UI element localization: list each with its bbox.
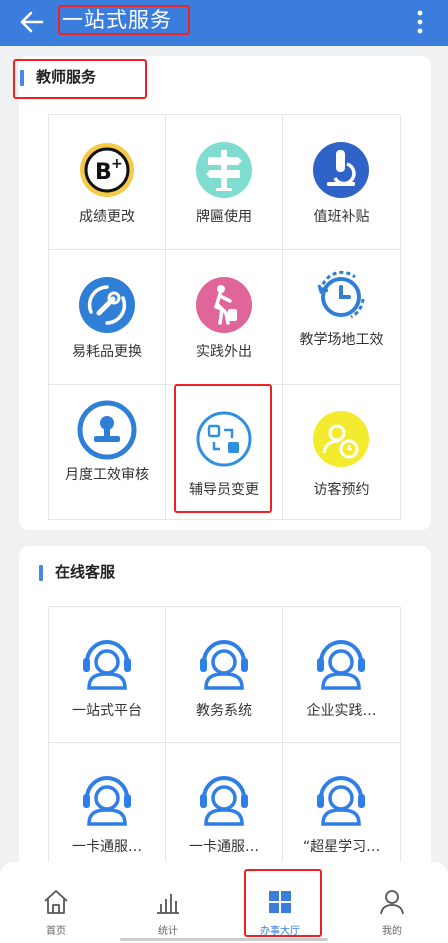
service-monthly-review[interactable]: 月度工效审核 [49,385,166,520]
service-teaching-venue[interactable]: 教学场地工效 [283,250,401,385]
tab-label: 我的 [382,926,402,937]
user-icon [380,890,404,915]
section-title: 在线客服 [55,563,116,581]
clock-refresh-icon [317,270,365,319]
tab-mine[interactable]: 我的 [336,862,448,943]
traveler-icon [196,277,252,333]
service-label: 企业实践… [306,703,377,719]
service-label: 值班补贴 [313,209,370,225]
support-agent-icon [317,640,365,690]
service-label: 牌匾使用 [196,209,252,225]
cs-campus-card-1[interactable]: 一卡通服… [49,743,166,873]
visitor-clock-icon [313,411,369,467]
title-highlight [58,5,190,35]
service-label: 易耗品更换 [72,344,142,360]
app-bar: 一站式服务 [0,0,448,46]
service-label: 教务系统 [196,703,252,719]
svg-text:+: + [111,156,123,172]
section-highlight [13,59,147,99]
tab-home[interactable]: 首页 [0,862,112,943]
microscope-icon [313,142,369,198]
signpost-icon [196,142,252,198]
tab-stats[interactable]: 统计 [112,862,224,943]
service-visitor-booking[interactable]: 访客预约 [283,385,401,520]
support-agent-icon [200,776,248,826]
more-vert-icon[interactable] [412,8,428,36]
home-icon [44,890,68,914]
service-label: 教学场地工效 [299,332,384,348]
service-plaque-use[interactable]: 牌匾使用 [166,115,283,250]
service-grade-change[interactable]: B + 成绩更改 [49,115,166,250]
service-consumables[interactable]: 易耗品更换 [49,250,166,385]
wrench-refresh-icon [79,277,135,333]
svg-text:B: B [95,160,112,185]
tab-label: 统计 [158,926,178,937]
support-agent-icon [317,776,365,826]
active-tab-highlight [244,869,322,937]
support-agent-icon [83,640,131,690]
service-label: 实践外出 [196,344,252,360]
selected-service-highlight [174,384,272,513]
home-indicator [120,938,328,941]
stamp-icon [77,400,137,460]
service-label: “超星学习… [302,839,381,855]
cs-superstar-learning[interactable]: “超星学习… [283,743,401,873]
cs-academic-system[interactable]: 教务系统 [166,607,283,743]
section-accent-bar [39,565,43,581]
service-duty-subsidy[interactable]: 值班补贴 [283,115,401,250]
cs-one-stop-platform[interactable]: 一站式平台 [49,607,166,743]
tab-label: 首页 [46,926,66,937]
service-label: 一站式平台 [72,703,142,719]
support-agent-icon [200,640,248,690]
online-service-grid: 一站式平台 教务系统 企业实践… 一卡通服… 一卡通服… “超星学习… [48,606,401,873]
service-label: 成绩更改 [79,209,135,225]
service-label: 访客预约 [313,482,370,498]
cs-campus-card-2[interactable]: 一卡通服… [166,743,283,873]
service-label: 一卡通服… [72,839,142,855]
back-arrow-icon[interactable] [18,8,46,36]
cs-enterprise-practice[interactable]: 企业实践… [283,607,401,743]
support-agent-icon [83,776,131,826]
service-practice-outing[interactable]: 实践外出 [166,250,283,385]
grade-b-plus-icon: B + [80,143,134,197]
service-label: 月度工效审核 [65,467,149,483]
bottom-tab-bar: 首页 统计 办事大厅 我的 [0,862,448,943]
service-label: 一卡通服… [189,839,259,855]
chart-icon [157,894,179,914]
